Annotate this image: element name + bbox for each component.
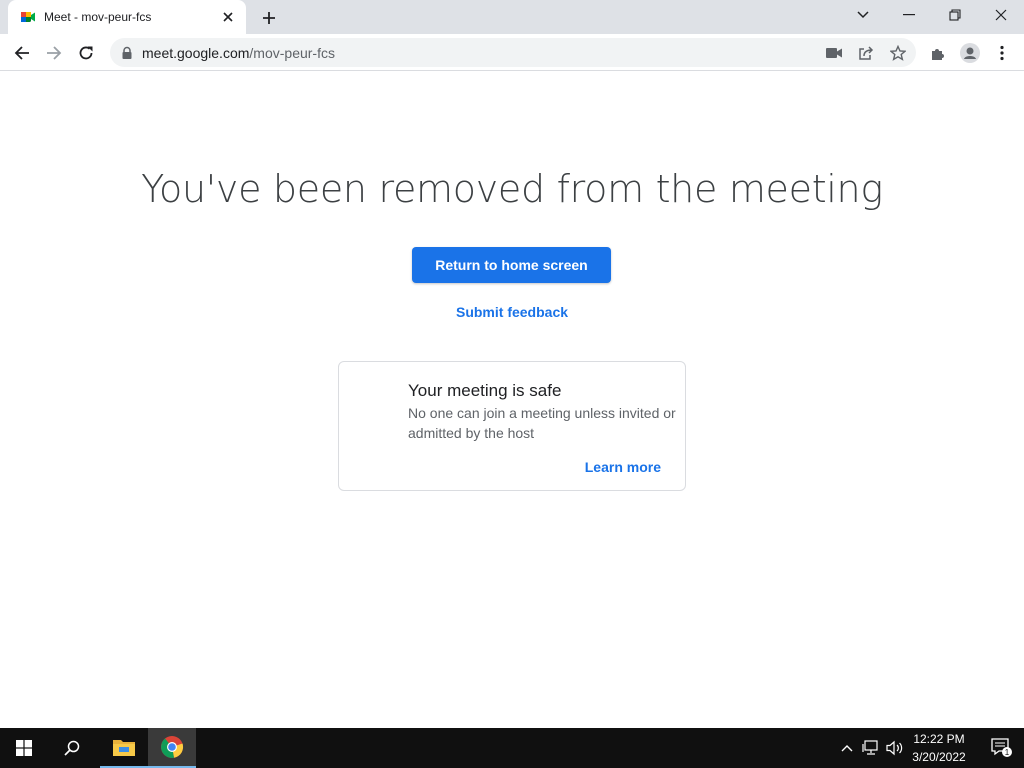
browser-titlebar: Meet - mov-peur-fcs (0, 0, 1024, 34)
chrome-menu-icon[interactable] (988, 39, 1016, 67)
search-icon[interactable] (48, 728, 96, 768)
card-title: Your meeting is safe (408, 381, 562, 400)
page-title: You've been removed from the meeting (141, 167, 883, 211)
taskbar: 12:22 PM 3/20/2022 1 (0, 728, 1024, 768)
bookmark-star-icon[interactable] (884, 38, 912, 67)
submit-feedback-link[interactable]: Submit feedback (412, 304, 612, 320)
clock-time: 12:22 PM (913, 732, 965, 746)
notification-center-icon[interactable]: 1 (980, 728, 1024, 768)
tray-chevron-up-icon[interactable] (837, 738, 857, 758)
reload-icon[interactable] (72, 39, 100, 67)
chrome-taskbar-icon[interactable] (148, 728, 196, 768)
forward-icon[interactable] (40, 39, 68, 67)
profile-avatar-icon[interactable] (956, 39, 984, 67)
network-icon[interactable] (861, 738, 881, 758)
address-bar[interactable]: meet.google.com/mov-peur-fcs (110, 38, 916, 67)
close-window-icon[interactable] (978, 0, 1024, 30)
lock-icon[interactable] (120, 46, 134, 60)
tab-close-icon[interactable] (220, 9, 236, 25)
url-domain: meet.google.com (142, 44, 250, 61)
url-path: /mov-peur-fcs (249, 44, 335, 61)
clock-date: 3/20/2022 (912, 750, 966, 764)
restore-icon[interactable] (932, 0, 978, 30)
tab-meet[interactable]: Meet - mov-peur-fcs (8, 0, 246, 34)
volume-icon[interactable] (885, 738, 905, 758)
url-text[interactable]: meet.google.com/mov-peur-fcs (142, 45, 335, 61)
browser-toolbar: meet.google.com/mov-peur-fcs (0, 34, 1024, 71)
page-content: You've been removed from the meeting Ret… (0, 71, 1024, 728)
safety-card: Your meeting is safe No one can join a m… (338, 361, 686, 491)
file-explorer-icon[interactable] (100, 728, 148, 768)
tab-search-chevron-icon[interactable] (840, 0, 886, 30)
notification-count: 1 (1005, 748, 1010, 757)
back-icon[interactable] (8, 39, 36, 67)
card-body: No one can join a meeting unless invited… (408, 405, 676, 441)
new-tab-icon[interactable] (258, 7, 280, 29)
share-icon[interactable] (852, 38, 880, 67)
tab-title: Meet - mov-peur-fcs (44, 10, 152, 24)
return-home-button[interactable]: Return to home screen (412, 247, 611, 283)
minimize-icon[interactable] (886, 0, 932, 30)
google-meet-icon (20, 9, 36, 25)
taskbar-clock[interactable]: 12:22 PM 3/20/2022 (905, 730, 973, 766)
windows-start-icon[interactable] (0, 728, 48, 768)
extensions-icon[interactable] (924, 39, 952, 67)
camera-icon[interactable] (820, 38, 848, 67)
learn-more-link[interactable]: Learn more (585, 459, 661, 475)
